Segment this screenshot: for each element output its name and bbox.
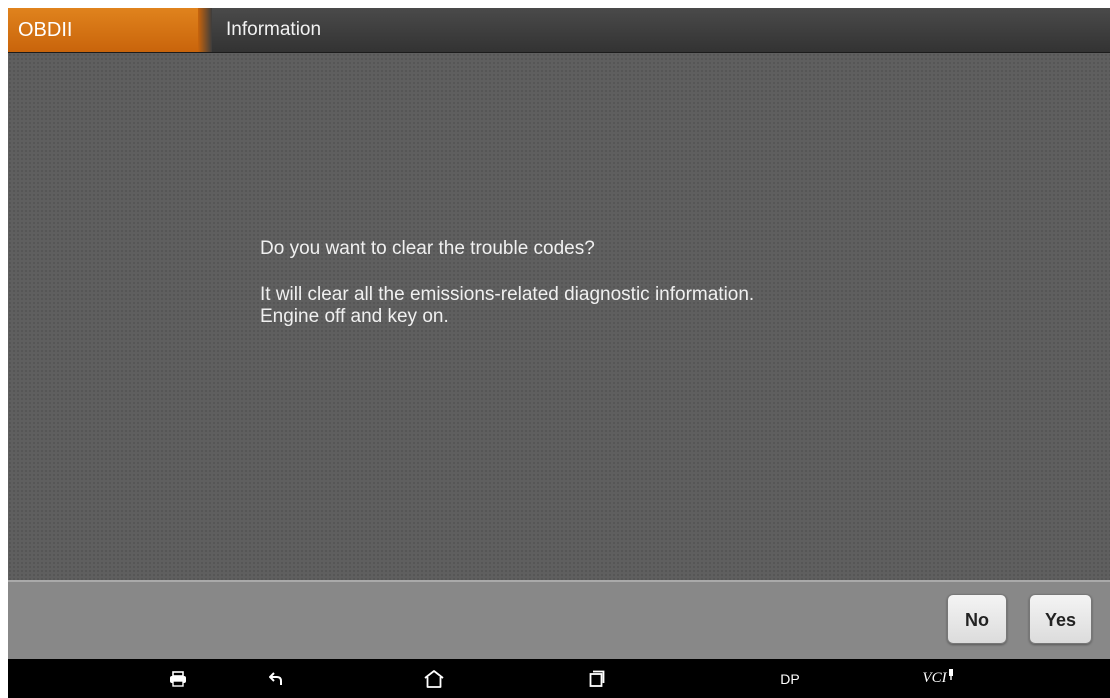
brand-divider xyxy=(198,8,212,52)
printer-icon[interactable] xyxy=(163,659,193,698)
confirm-question: Do you want to clear the trouble codes? xyxy=(260,238,595,259)
back-icon[interactable] xyxy=(261,659,291,698)
no-button[interactable]: No xyxy=(947,594,1007,644)
title-bar: OBDII Information xyxy=(8,8,1110,53)
brand-tab[interactable]: OBDII xyxy=(8,8,198,52)
dp-button[interactable]: DP xyxy=(772,659,808,698)
detail-line-2: Engine off and key on. xyxy=(260,306,449,327)
detail-line-1: It will clear all the emissions-related … xyxy=(260,284,755,305)
page-title: Information xyxy=(226,19,322,40)
connection-icon xyxy=(948,668,953,680)
message-text: Do you want to clear the trouble codes? … xyxy=(260,238,754,328)
vci-label: VCI xyxy=(922,670,947,686)
home-icon[interactable] xyxy=(419,659,449,698)
message-panel: Do you want to clear the trouble codes? … xyxy=(8,53,1110,580)
recent-apps-icon[interactable] xyxy=(582,659,612,698)
device-screen: OBDII Information Do you want to clear t… xyxy=(8,8,1110,698)
yes-button[interactable]: Yes xyxy=(1029,594,1092,644)
action-bar: No Yes xyxy=(8,580,1110,659)
system-navbar: DP VCI xyxy=(8,659,1110,698)
vci-status[interactable]: VCI xyxy=(918,659,958,698)
